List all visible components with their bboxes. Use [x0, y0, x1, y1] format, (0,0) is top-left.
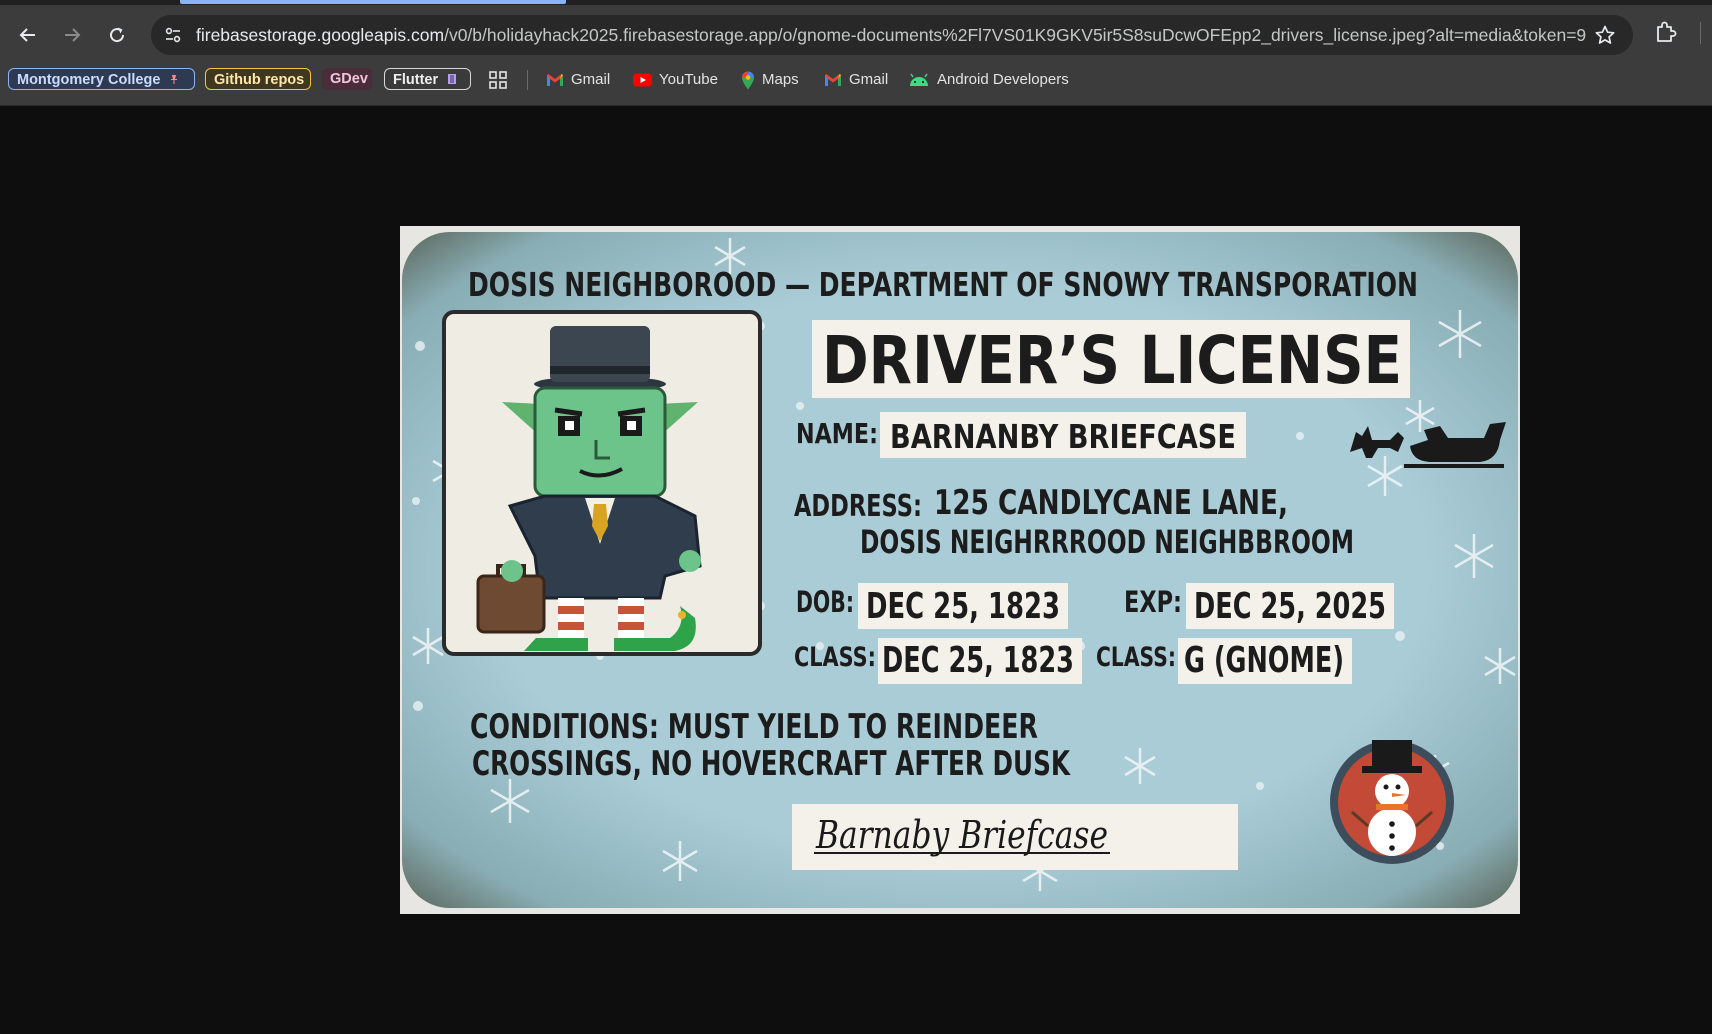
bookmark-gmail-1[interactable]: Gmail: [546, 70, 610, 90]
back-arrow-icon: [19, 28, 35, 42]
gnome-portrait: [442, 310, 762, 656]
url-host: firebasestorage.googleapis.com: [196, 25, 445, 45]
conditions-line-1: CONDITIONS: MUST YIELD TO REINDEER: [470, 707, 1038, 747]
signature: Barnaby Briefcase: [815, 813, 1108, 857]
android-icon: [910, 73, 928, 86]
bookmark-gdev[interactable]: GDev: [322, 68, 372, 90]
bookmark-youtube[interactable]: YouTube: [633, 70, 718, 90]
snowman-icon: [1330, 740, 1454, 864]
pin-icon: [171, 75, 178, 84]
bookmark-label: Gmail: [571, 71, 611, 88]
maps-icon: [742, 71, 754, 89]
browser-chrome: firebasestorage.googleapis.com/v0/b/holi…: [0, 0, 1712, 106]
bookmark-label: Montgomery College: [17, 72, 161, 88]
bookmark-flutter[interactable]: Flutter: [384, 68, 471, 90]
bookmarks-divider: [527, 70, 528, 90]
bookmark-star-icon[interactable]: [1594, 24, 1616, 46]
toolbar-divider: [1700, 22, 1701, 44]
address-line-1: 125 CANDLYCANE LANE,: [934, 483, 1288, 523]
bookmark-label: YouTube: [659, 71, 718, 88]
bookmark-label: Github repos: [214, 72, 305, 88]
bookmark-label: GDev: [330, 71, 368, 87]
bookmark-label: Maps: [762, 71, 799, 88]
name-value: BARNANBY BRIEFCASE: [890, 417, 1236, 456]
department-heading: DOSIS NEIGHBOROOD — DEPARTMENT OF SNOWY …: [468, 265, 1418, 304]
gmail-icon: [547, 74, 563, 86]
bookmark-label: Flutter: [393, 72, 439, 88]
license-title: DRIVER’S LICENSE: [822, 322, 1402, 399]
bookmark-montgomery-college[interactable]: Montgomery College: [8, 68, 195, 90]
reload-icon: [110, 27, 125, 43]
apps-grid-icon[interactable]: [488, 70, 508, 90]
bookmark-maps[interactable]: Maps: [741, 70, 799, 90]
class-label-1: CLASS:: [794, 642, 876, 673]
dob-label: DOB:: [796, 585, 854, 619]
class-value-1: DEC 25, 1823: [882, 640, 1074, 681]
conditions-line-2: CROSSINGS, NO HOVERCRAFT AFTER DUSK: [472, 744, 1071, 784]
url-text[interactable]: firebasestorage.googleapis.com/v0/b/holi…: [196, 25, 1586, 45]
site-info-icon[interactable]: [163, 25, 183, 45]
class-value-2: G (GNOME): [1184, 640, 1344, 681]
bookmark-gmail-2[interactable]: Gmail: [824, 70, 888, 90]
address-bar[interactable]: firebasestorage.googleapis.com/v0/b/holi…: [151, 15, 1633, 55]
address-line-2: DOSIS NEIGHRRROOD NEIGHBBROOM: [860, 523, 1354, 561]
toolbar-border: [0, 105, 1712, 106]
tab-strip: [0, 0, 1712, 5]
bookmark-android-developers[interactable]: Android Developers: [908, 70, 1069, 90]
exp-label: EXP:: [1124, 585, 1182, 619]
bookmark-label: Gmail: [849, 71, 889, 88]
forward-button[interactable]: [55, 18, 89, 52]
flutter-icon: [448, 74, 457, 84]
bookmark-github-repos[interactable]: Github repos: [205, 68, 311, 90]
license-card: DOSIS NEIGHBOROOD — DEPARTMENT OF SNOWY …: [402, 232, 1518, 908]
exp-value: DEC 25, 2025: [1194, 586, 1386, 627]
forward-arrow-icon: [65, 28, 81, 42]
youtube-icon: [633, 73, 652, 87]
active-tab-indicator: [180, 0, 566, 4]
dob-value: DEC 25, 1823: [866, 586, 1060, 627]
reload-button[interactable]: [100, 18, 134, 52]
bookmarks-bar: Montgomery College Github repos GDev Flu…: [0, 64, 1712, 96]
gmail-icon: [825, 74, 841, 86]
bookmark-label: Android Developers: [937, 71, 1069, 88]
address-label: ADDRESS:: [794, 489, 922, 524]
license-image: DOSIS NEIGHBOROOD — DEPARTMENT OF SNOWY …: [400, 226, 1520, 914]
url-path: /v0/b/holidayhack2025.firebasestorage.ap…: [444, 25, 1586, 45]
name-label: NAME:: [796, 417, 878, 450]
class-label-2: CLASS:: [1096, 642, 1176, 673]
back-button[interactable]: [11, 18, 45, 52]
extensions-puzzle-icon[interactable]: [1653, 19, 1679, 45]
